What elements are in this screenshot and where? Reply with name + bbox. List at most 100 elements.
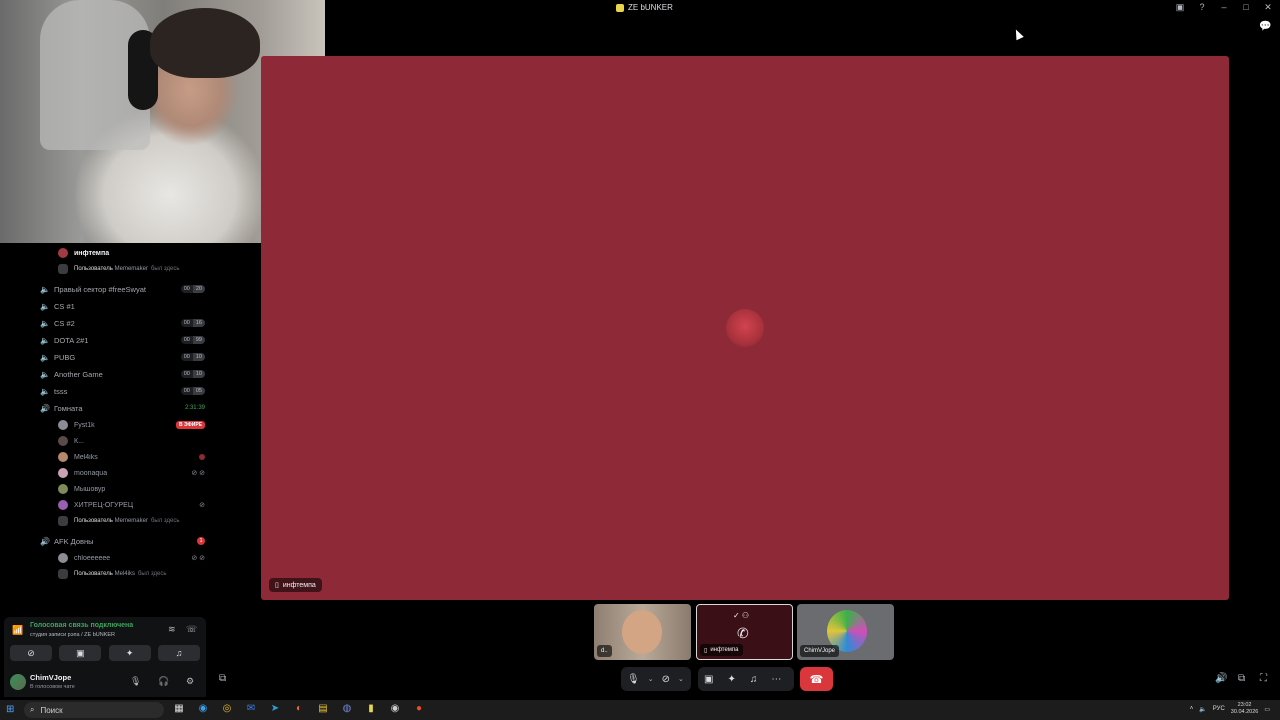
channel-item-active[interactable]: 🔊 Гомната 2:31:39 xyxy=(40,400,205,416)
soundboard-button[interactable]: ♫ xyxy=(157,645,200,661)
avatar xyxy=(58,452,68,462)
clock[interactable]: 23:02 30.04.2026 xyxy=(1231,702,1259,716)
participant-tile[interactable]: d.. xyxy=(594,604,691,660)
stream-stage[interactable]: ▯ инфтемпа xyxy=(261,56,1229,600)
avatar xyxy=(58,553,68,563)
voice-user-name: Мышовур xyxy=(74,485,106,493)
soundboard-icon[interactable]: ♫ xyxy=(750,674,758,685)
search-box[interactable]: ⌕ Поиск xyxy=(24,702,164,718)
voice-connection-panel: 📶 Голосовая связь подключена студия запи… xyxy=(4,617,206,665)
search-placeholder: Поиск xyxy=(40,705,63,715)
start-button[interactable]: ⊞ xyxy=(6,704,14,715)
channel-name: Another Game xyxy=(54,369,103,379)
voice-user[interactable]: ХИТРЕЦ-ОГУРЕЦ ⊘ xyxy=(58,497,205,513)
fullscreen-icon[interactable]: ⛶ xyxy=(1260,673,1267,684)
voice-user[interactable]: К... xyxy=(58,433,205,449)
user-avatar[interactable] xyxy=(10,674,26,690)
activities-icon[interactable]: ✦ xyxy=(727,674,735,685)
screen-share-button[interactable]: ▣ xyxy=(59,645,102,661)
voice-user-name: ХИТРЕЦ-ОГУРЕЦ xyxy=(74,501,134,509)
voice-action-buttons: ⊘ ▣ ✦ ♫ xyxy=(10,645,200,661)
popout-icon[interactable]: ⧉ xyxy=(219,673,226,684)
voice-channel-path[interactable]: студия записи рэпа / ZE bUNKER xyxy=(30,632,115,638)
app-icon[interactable]: ▮ xyxy=(364,703,378,714)
firefox-icon[interactable]: ◐ xyxy=(292,703,306,714)
avatar xyxy=(58,484,68,494)
voice-user[interactable]: Fyst1k В ЭФИРЕ xyxy=(58,417,205,433)
close-button[interactable]: ✕ xyxy=(1262,2,1274,13)
voice-user[interactable]: Мышовур xyxy=(58,481,205,497)
voice-user[interactable]: moonaqua ⊘ ⊘ xyxy=(58,465,205,481)
channel-item-afk[interactable]: 🔊 AFK Довны 1 xyxy=(40,533,205,549)
channel-item[interactable]: 🔈 DOTA 2#1 00 99 xyxy=(40,332,205,348)
signal-icon: 📶 xyxy=(12,625,24,635)
microphone-icon[interactable]: 🎙 xyxy=(627,674,640,685)
avatar xyxy=(58,420,68,430)
disconnect-button[interactable]: ☎ xyxy=(800,667,833,691)
edge-icon[interactable]: ◉ xyxy=(196,703,210,714)
microphone-icon[interactable]: 🎙 xyxy=(130,676,141,687)
volume-icon[interactable]: 🔊 xyxy=(1215,673,1227,684)
channel-item[interactable]: 🔈 CS #2 00 16 xyxy=(40,315,205,331)
channel-item[interactable]: 🔈 PUBG 00 10 xyxy=(40,349,205,365)
count-limit: 05 xyxy=(192,387,205,395)
channel-sidebar: инфтемпа Пользователь Mememaker был здесь… xyxy=(0,243,209,617)
chevron-up-icon[interactable]: ˄ xyxy=(1190,706,1194,712)
phone-icon: ▯ xyxy=(275,582,279,589)
discord-icon[interactable]: ◍ xyxy=(340,703,354,714)
chat-icon[interactable]: 💬 xyxy=(1259,21,1271,32)
camera-off-button[interactable]: ⊘ xyxy=(10,645,52,661)
channel-name: Правый сектор #freeSwyat xyxy=(54,284,146,294)
participant-tile-selected[interactable]: ✓ ⚇ ✆ ▯ инфтемпа xyxy=(696,604,793,660)
more-icon[interactable]: ⋯ xyxy=(771,674,781,685)
task-view-icon[interactable]: ▦ xyxy=(172,703,186,714)
user-count: 00 10 xyxy=(180,353,205,361)
activities-button[interactable]: ✦ xyxy=(108,645,151,661)
notice-prefix: Пользователь xyxy=(74,571,113,577)
voice-user[interactable]: Mel4iks xyxy=(58,449,205,465)
speaker-icon: 🔈 xyxy=(40,352,50,362)
inbox-icon[interactable]: ▣ xyxy=(1174,2,1186,13)
chevron-down-icon[interactable]: ⌄ xyxy=(678,675,684,683)
channel-item[interactable]: 🔈 CS #1 xyxy=(40,298,205,314)
help-icon[interactable]: ? xyxy=(1196,2,1208,13)
obs-icon[interactable]: ◉ xyxy=(388,703,402,714)
speaker-icon: 🔈 xyxy=(40,386,50,396)
user-name[interactable]: ChimVJope xyxy=(30,673,71,682)
noise-suppression-icon[interactable]: ≋ xyxy=(168,624,176,635)
telegram-icon[interactable]: ➤ xyxy=(268,703,282,714)
channel-item[interactable]: 🔈 Правый сектор #freeSwyat 00 20 xyxy=(40,281,205,297)
presence-notice: Пользователь Mememaker был здесь xyxy=(58,262,208,276)
voice-status[interactable]: Голосовая связь подключена xyxy=(30,622,133,629)
voice-user-name: Fyst1k xyxy=(74,421,95,429)
window-title: ZE bUNKER xyxy=(616,3,673,12)
voice-user[interactable]: chloeeeeee ⊘ ⊘ xyxy=(58,550,205,566)
mail-icon[interactable]: ✉ xyxy=(244,703,258,714)
explorer-icon[interactable]: ▤ xyxy=(316,703,330,714)
record-icon[interactable]: ● xyxy=(412,703,426,714)
camera-off-icon[interactable]: ⊘ xyxy=(662,674,670,685)
maximize-button[interactable]: □ xyxy=(1240,2,1252,13)
voice-user[interactable]: инфтемпа xyxy=(58,245,205,261)
minimize-button[interactable]: – xyxy=(1218,2,1230,13)
channel-item[interactable]: 🔈 tsss 00 05 xyxy=(40,383,205,399)
check-icon: ✓ ⚇ xyxy=(733,611,750,620)
participant-tile[interactable]: ChimVJope xyxy=(797,604,894,660)
channel-item[interactable]: 🔈 Another Game 00 10 xyxy=(40,366,205,382)
disconnect-icon[interactable]: ☏ xyxy=(186,624,197,635)
headphones-icon[interactable]: 🎧 xyxy=(158,676,169,687)
chevron-down-icon[interactable]: ⌄ xyxy=(648,675,654,683)
presence-notice: Пользователь Mel4iks был здесь xyxy=(58,567,208,581)
volume-icon[interactable]: 🔈 xyxy=(1199,706,1206,713)
channel-name: CS #2 xyxy=(54,318,75,328)
screen-share-icon[interactable]: ▣ xyxy=(704,674,713,685)
lang-indicator[interactable]: РУС xyxy=(1213,706,1225,712)
notifications-icon[interactable]: ▭ xyxy=(1264,706,1270,713)
chrome-icon[interactable]: ◎ xyxy=(220,703,234,714)
settings-icon[interactable]: ⚙ xyxy=(186,676,194,687)
popout-icon[interactable]: ⧉ xyxy=(1238,673,1245,684)
phone-icon: ✆ xyxy=(737,625,749,641)
notification-badge: 1 xyxy=(197,537,205,545)
voice-user-name: Mel4iks xyxy=(74,453,98,461)
avatar xyxy=(58,436,68,446)
